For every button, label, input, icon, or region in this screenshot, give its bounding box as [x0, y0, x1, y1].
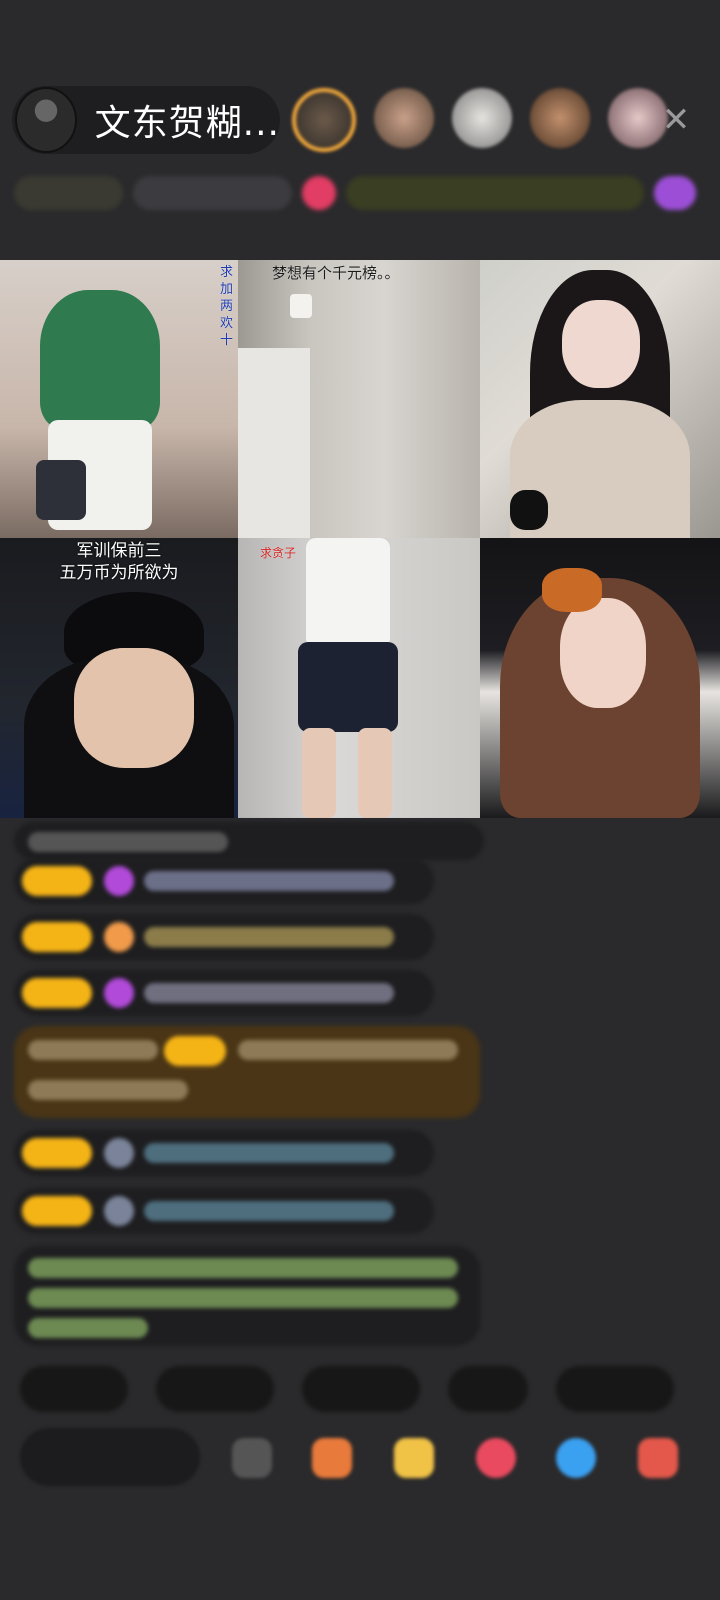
guest-video-2[interactable]: 梦想有个千元榜。。	[238, 260, 480, 538]
audience-avatar[interactable]	[374, 88, 434, 148]
audience-avatar[interactable]	[292, 88, 356, 152]
host-avatar[interactable]	[15, 87, 77, 153]
message-icon[interactable]	[556, 1438, 596, 1478]
host-info-pill[interactable]: 文东贺糊...	[12, 86, 280, 154]
quick-reply-pills	[20, 1366, 674, 1412]
tile-caption: 求贪子	[260, 546, 297, 560]
audience-avatars	[292, 88, 668, 152]
quick-reply-pill[interactable]	[156, 1366, 274, 1412]
tile-side-text: 求加两欢十	[220, 265, 234, 348]
host-name: 文东贺糊...	[94, 103, 280, 144]
heart-icon[interactable]	[476, 1438, 516, 1478]
audience-avatar[interactable]	[608, 88, 668, 148]
quick-reply-pill[interactable]	[20, 1366, 128, 1412]
guest-video-4[interactable]: 军训保前三 五万币为所欲为	[0, 538, 238, 818]
audience-avatar[interactable]	[530, 88, 590, 148]
quick-reply-pill[interactable]	[448, 1366, 528, 1412]
audience-avatar[interactable]	[452, 88, 512, 148]
emoji-icon[interactable]	[232, 1438, 272, 1478]
gift-box-icon[interactable]	[312, 1438, 352, 1478]
tile-caption: 梦想有个千元榜。。	[272, 264, 400, 282]
tile-caption-line2: 五万币为所欲为	[59, 563, 179, 583]
guest-video-6[interactable]	[480, 538, 720, 818]
quick-reply-pill[interactable]	[556, 1366, 674, 1412]
coupon-icon[interactable]	[394, 1438, 434, 1478]
guest-video-1[interactable]: 求加两欢十	[0, 260, 238, 538]
guest-video-5[interactable]: 求贪子	[238, 538, 480, 818]
multi-guest-video-grid: 求加两欢十 梦想有个千元榜。。 军训保前三 五万币为所欲为 求贪子	[0, 260, 720, 818]
bottom-toolbar	[20, 1428, 720, 1488]
gift-icon[interactable]	[638, 1438, 678, 1478]
guest-video-3[interactable]	[480, 260, 720, 538]
badge-row	[14, 170, 706, 216]
comment-input[interactable]	[20, 1428, 200, 1486]
quick-reply-pill[interactable]	[302, 1366, 420, 1412]
close-icon[interactable]: ✕	[660, 103, 692, 137]
tile-caption-line1: 军训保前三	[76, 541, 162, 561]
